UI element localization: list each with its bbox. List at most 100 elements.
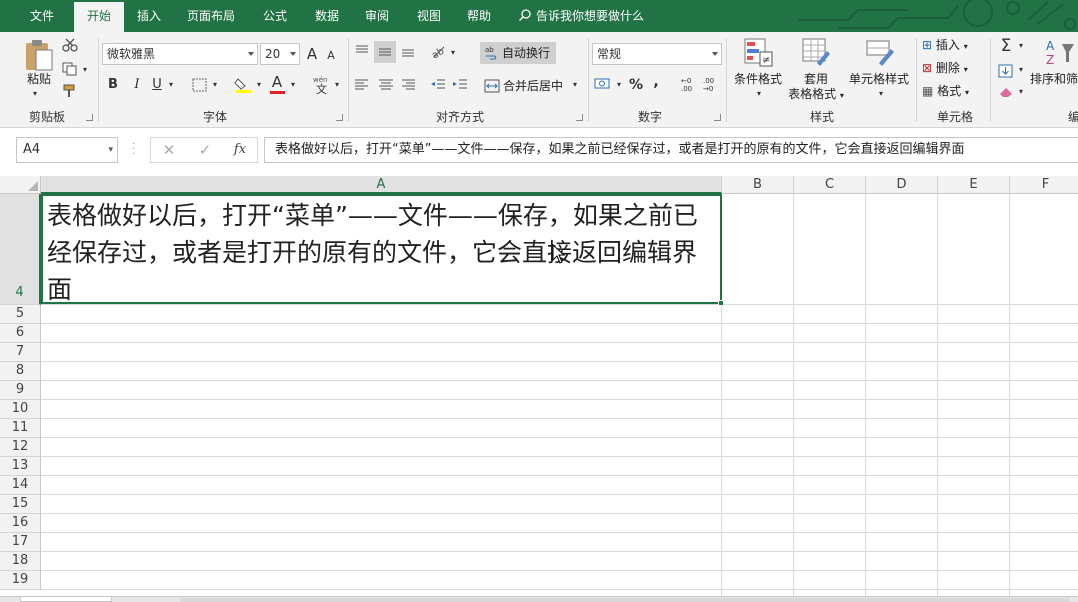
row-header-15[interactable]: 15 [0,495,41,514]
autosum-icon[interactable]: Σ [996,36,1016,56]
row-header-17[interactable]: 17 [0,533,41,552]
cell-styles-dropdown-icon[interactable]: ▾ [876,84,886,104]
increase-decimal-icon[interactable]: ←0.00 [680,76,698,92]
cut-icon[interactable] [62,38,78,52]
horizontal-scrollbar[interactable] [180,598,1070,602]
tab-view[interactable]: 视图 [406,0,452,32]
tab-file[interactable]: 文件 [18,0,66,32]
copy-icon[interactable] [62,62,78,76]
number-format-dropdown[interactable]: 常规 [592,43,722,65]
align-middle-button[interactable] [374,41,396,63]
bold-button[interactable]: B [106,75,120,95]
grow-font-button[interactable]: A [304,44,320,64]
delete-cells-button[interactable]: ⊠ 删除 ▾ [922,61,986,77]
cell-styles-icon[interactable] [866,38,896,68]
font-launcher-icon[interactable] [336,114,343,121]
phonetic-dropdown-icon[interactable]: ▾ [332,75,342,95]
cancel-entry-icon[interactable]: ✕ [157,140,181,160]
italic-button[interactable]: I [130,75,144,95]
row-header-7[interactable]: 7 [0,343,41,362]
font-size-dropdown[interactable]: 20 [260,43,300,65]
format-as-table-icon[interactable] [802,38,832,68]
tab-help[interactable]: 帮助 [456,0,502,32]
border-dropdown-icon[interactable]: ▾ [210,75,220,95]
insert-function-icon[interactable]: fx [227,140,253,160]
alignment-launcher-icon[interactable] [576,114,583,121]
shrink-font-button[interactable]: A [324,46,338,66]
format-as-table-line1[interactable]: 套用 [792,72,840,87]
paste-dropdown-icon[interactable]: ▾ [30,84,40,104]
name-box[interactable]: A4 ▾ [16,137,118,163]
row-header-12[interactable]: 12 [0,438,41,457]
row-header-18[interactable]: 18 [0,552,41,571]
align-left-icon[interactable] [354,78,370,92]
tab-home[interactable]: 开始 [74,2,124,32]
merge-dropdown-icon[interactable]: ▾ [570,75,580,95]
tab-insert[interactable]: 插入 [126,0,172,32]
decrease-indent-icon[interactable] [430,78,446,92]
align-right-icon[interactable] [400,78,416,92]
splitter-handle-icon[interactable]: · · · [132,140,135,160]
copy-dropdown-icon[interactable]: ▾ [80,60,90,80]
column-header-f[interactable]: F [1010,176,1078,194]
font-color-button[interactable]: A [270,72,284,92]
align-center-icon[interactable] [378,78,394,92]
sort-filter-icon[interactable]: AZ [1044,38,1074,68]
column-header-c[interactable]: C [794,176,866,194]
row-header-14[interactable]: 14 [0,476,41,495]
merge-center-button[interactable]: 合并后居中 [482,76,566,96]
fill-handle[interactable] [718,300,724,306]
row-header-19[interactable]: 19 [0,571,41,590]
tell-me-box[interactable]: 告诉我你想要做什么 [518,0,644,32]
confirm-entry-icon[interactable]: ✓ [193,140,217,160]
active-cell-a4[interactable]: 表格做好以后，打开“菜单”——文件——保存，如果之前已经保存过，或者是打开的原有… [41,194,722,304]
orientation-dropdown-icon[interactable]: ▾ [448,43,458,63]
increase-indent-icon[interactable] [452,78,468,92]
column-header-e[interactable]: E [938,176,1010,194]
row-header-4[interactable]: 4 [0,194,41,305]
conditional-format-icon[interactable]: ≠ [744,38,774,68]
clear-icon[interactable] [998,86,1014,98]
orientation-icon[interactable]: ab [430,44,448,58]
row-header-6[interactable]: 6 [0,324,41,343]
wrap-text-button[interactable]: ab 自动换行 [480,42,556,64]
phonetic-icon[interactable]: wén文 [312,74,332,94]
decrease-decimal-icon[interactable]: .00→0 [702,76,720,92]
underline-dropdown-icon[interactable]: ▾ [166,75,176,95]
underline-button[interactable]: U [150,75,164,95]
row-header-16[interactable]: 16 [0,514,41,533]
row-header-11[interactable]: 11 [0,419,41,438]
fill-color-dropdown-icon[interactable]: ▾ [254,75,264,95]
tab-page-layout[interactable]: 页面布局 [178,0,244,32]
currency-dropdown-icon[interactable]: ▾ [614,75,624,95]
column-header-b[interactable]: B [722,176,794,194]
tab-formulas[interactable]: 公式 [252,0,298,32]
row-header-8[interactable]: 8 [0,362,41,381]
fill-dropdown-icon[interactable]: ▾ [1016,60,1026,80]
font-color-dropdown-icon[interactable]: ▾ [288,75,298,95]
row-header-13[interactable]: 13 [0,457,41,476]
row-header-9[interactable]: 9 [0,381,41,400]
tab-review[interactable]: 审阅 [354,0,400,32]
clipboard-launcher-icon[interactable] [86,114,93,121]
format-cells-button[interactable]: ▦ 格式 ▾ [922,84,986,100]
fill-down-icon[interactable] [998,64,1014,78]
align-top-icon[interactable] [354,44,370,58]
row-header-10[interactable]: 10 [0,400,41,419]
clear-dropdown-icon[interactable]: ▾ [1016,82,1026,102]
sort-filter-button[interactable]: 排序和筛 [1030,72,1078,87]
percent-icon[interactable]: % [628,75,644,95]
column-header-a[interactable]: A [41,176,722,194]
autosum-dropdown-icon[interactable]: ▾ [1016,36,1026,56]
comma-style-icon[interactable]: , [650,72,662,92]
format-painter-icon[interactable] [62,84,78,98]
font-name-dropdown[interactable]: 微软雅黑 [102,43,258,65]
format-as-table-button[interactable]: 表格格式 ▾ [784,87,848,103]
tab-data[interactable]: 数据 [304,0,350,32]
fill-color-icon[interactable] [234,76,254,94]
paste-icon[interactable] [24,38,54,72]
number-launcher-icon[interactable] [714,114,721,121]
select-all-button[interactable] [0,176,41,194]
currency-icon[interactable] [594,76,612,92]
row-header-5[interactable]: 5 [0,305,41,324]
